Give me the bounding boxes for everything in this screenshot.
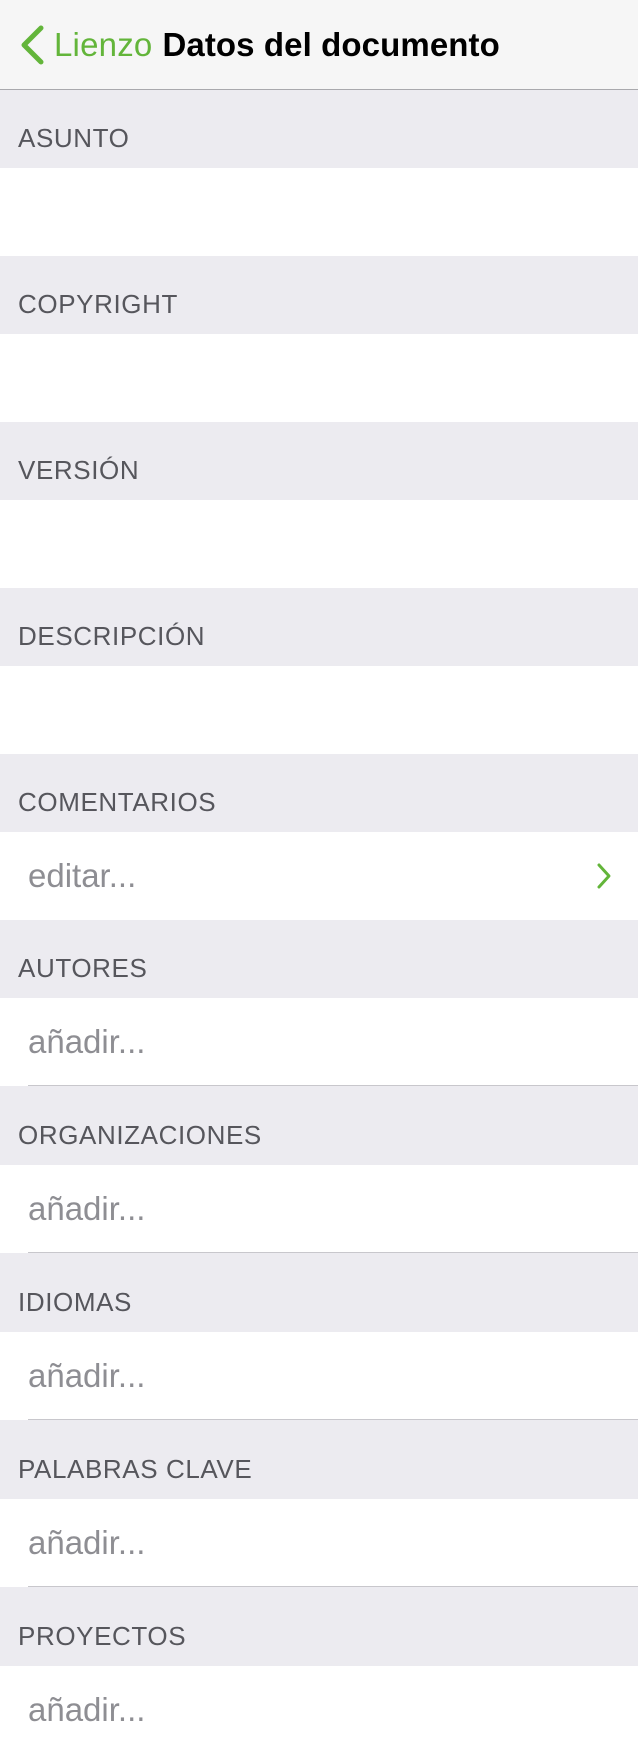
- add-language-label: añadir...: [28, 1357, 146, 1394]
- section-subject: ASUNTO: [0, 90, 638, 256]
- navigation-bar: Lienzo Datos del documento: [0, 0, 638, 90]
- section-header: PALABRAS CLAVE: [0, 1421, 638, 1499]
- section-copyright: COPYRIGHT: [0, 256, 638, 422]
- add-author-label: añadir...: [28, 1023, 146, 1060]
- row-separator: [28, 1419, 638, 1420]
- section-description: DESCRIPCIÓN: [0, 588, 638, 754]
- section-header-label: COPYRIGHT: [18, 289, 178, 319]
- page-title: Datos del documento: [162, 25, 500, 63]
- section-header-label: IDIOMAS: [18, 1287, 132, 1317]
- section-header: PROYECTOS: [0, 1588, 638, 1666]
- section-header-label: AUTORES: [18, 953, 148, 983]
- copyright-field[interactable]: [0, 334, 638, 422]
- chevron-left-icon: [21, 25, 44, 64]
- section-authors: AUTORES añadir...: [0, 920, 638, 1086]
- section-projects: PROYECTOS añadir...: [0, 1588, 638, 1748]
- section-header: COMENTARIOS: [0, 754, 638, 832]
- comments-edit-label: editar...: [28, 857, 137, 894]
- section-header-label: PALABRAS CLAVE: [18, 1454, 253, 1484]
- section-header-label: ORGANIZACIONES: [18, 1120, 262, 1150]
- section-header: VERSIÓN: [0, 422, 638, 500]
- comments-edit-row[interactable]: editar...: [0, 832, 638, 920]
- section-header: COPYRIGHT: [0, 256, 638, 334]
- section-header: DESCRIPCIÓN: [0, 588, 638, 666]
- section-languages: IDIOMAS añadir...: [0, 1254, 638, 1420]
- back-button-label: Lienzo: [54, 25, 153, 63]
- add-language-row[interactable]: añadir...: [0, 1332, 638, 1420]
- section-header-label: VERSIÓN: [18, 455, 140, 485]
- subject-field[interactable]: [0, 168, 638, 256]
- back-button[interactable]: Lienzo: [20, 25, 152, 65]
- section-header: ASUNTO: [0, 90, 638, 168]
- section-header-label: COMENTARIOS: [18, 787, 217, 817]
- row-separator: [28, 1252, 638, 1253]
- add-keyword-label: añadir...: [28, 1524, 146, 1561]
- section-header-label: ASUNTO: [18, 123, 130, 153]
- section-comments: COMENTARIOS editar...: [0, 754, 638, 920]
- section-keywords: PALABRAS CLAVE añadir...: [0, 1421, 638, 1587]
- section-version: VERSIÓN: [0, 422, 638, 588]
- section-header: AUTORES: [0, 920, 638, 998]
- version-field[interactable]: [0, 500, 638, 588]
- row-separator: [28, 1586, 638, 1587]
- description-field[interactable]: [0, 666, 638, 754]
- section-header: IDIOMAS: [0, 1254, 638, 1332]
- chevron-right-icon: [596, 862, 612, 890]
- add-author-row[interactable]: añadir...: [0, 998, 638, 1086]
- add-keyword-row[interactable]: añadir...: [0, 1499, 638, 1587]
- add-organization-row[interactable]: añadir...: [0, 1165, 638, 1253]
- section-organizations: ORGANIZACIONES añadir...: [0, 1087, 638, 1253]
- add-project-label: añadir...: [28, 1691, 146, 1728]
- row-separator: [28, 1085, 638, 1086]
- section-header: ORGANIZACIONES: [0, 1087, 638, 1165]
- section-header-label: DESCRIPCIÓN: [18, 621, 206, 651]
- add-project-row[interactable]: añadir...: [0, 1666, 638, 1748]
- section-header-label: PROYECTOS: [18, 1621, 187, 1651]
- document-info-screen: Lienzo Datos del documento ASUNTO COPYRI…: [0, 0, 638, 1748]
- add-organization-label: añadir...: [28, 1190, 146, 1227]
